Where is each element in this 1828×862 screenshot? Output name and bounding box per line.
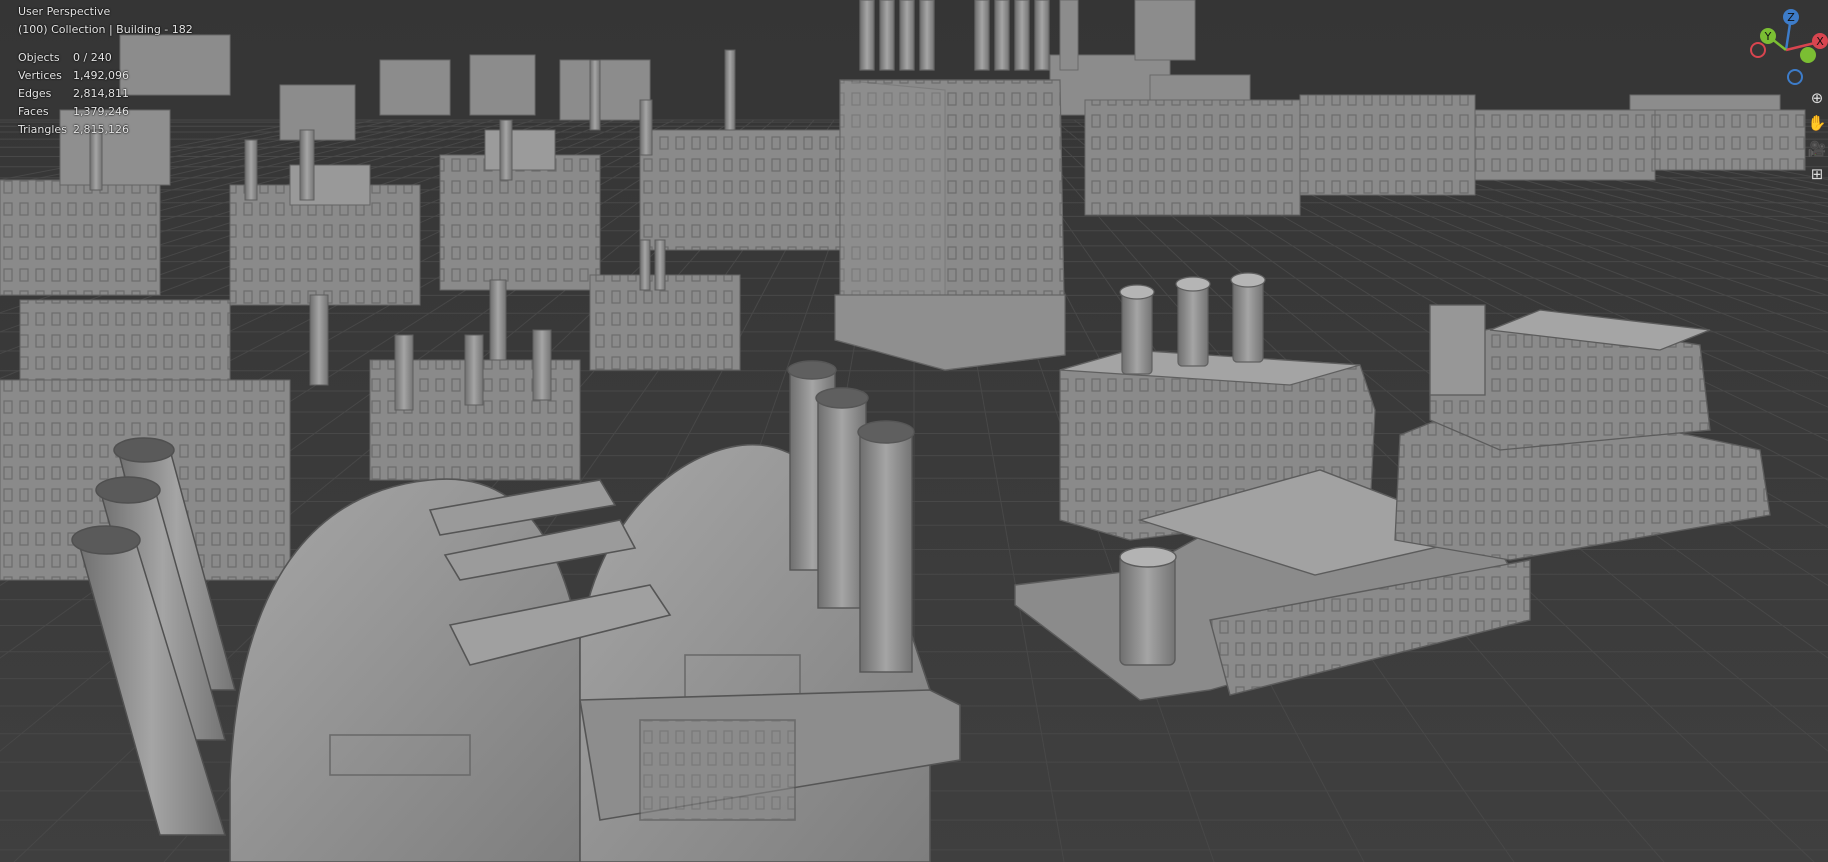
scene-statistics: Objects 0 / 240 Vertices 1,492,096 Edges…: [18, 51, 129, 141]
stat-row-faces: Faces 1,379,246: [18, 105, 129, 123]
orientation-gizmo[interactable]: Z X Y: [1740, 5, 1828, 95]
stat-label: Vertices: [18, 69, 62, 82]
ortho-grid-icon[interactable]: ⊞: [1806, 163, 1828, 185]
stat-row-triangles: Triangles 2,815,126: [18, 123, 129, 141]
stat-label: Faces: [18, 105, 49, 118]
scene-render[interactable]: [0, 0, 1828, 862]
z-axis-label: Z: [1787, 11, 1795, 24]
stat-label: Triangles: [18, 123, 67, 136]
stat-row-edges: Edges 2,814,811: [18, 87, 129, 105]
neg-y-axis-handle[interactable]: [1800, 47, 1816, 63]
y-axis-label: Y: [1764, 30, 1772, 43]
zoom-icon[interactable]: ⊕: [1806, 87, 1828, 109]
3d-viewport[interactable]: User Perspective (100) Collection | Buil…: [0, 0, 1828, 862]
neg-z-axis-handle[interactable]: [1787, 69, 1803, 85]
stat-label: Edges: [18, 87, 52, 100]
neg-x-axis-handle[interactable]: [1750, 42, 1766, 58]
collection-info: (100) Collection | Building - 182: [18, 23, 193, 36]
stat-value: 1,379,246: [73, 105, 129, 118]
stat-value: 2,815,126: [73, 123, 129, 136]
stat-label: Objects: [18, 51, 60, 64]
x-axis-label: X: [1816, 35, 1824, 48]
stat-value: 0 / 240: [73, 51, 112, 64]
camera-icon[interactable]: 🎥: [1806, 138, 1828, 160]
stat-row-objects: Objects 0 / 240: [18, 51, 129, 69]
stat-value: 1,492,096: [73, 69, 129, 82]
stat-value: 2,814,811: [73, 87, 129, 100]
hand-pan-icon[interactable]: ✋: [1806, 112, 1828, 134]
viewport-title: User Perspective: [18, 5, 111, 18]
stat-row-vertices: Vertices 1,492,096: [18, 69, 129, 87]
